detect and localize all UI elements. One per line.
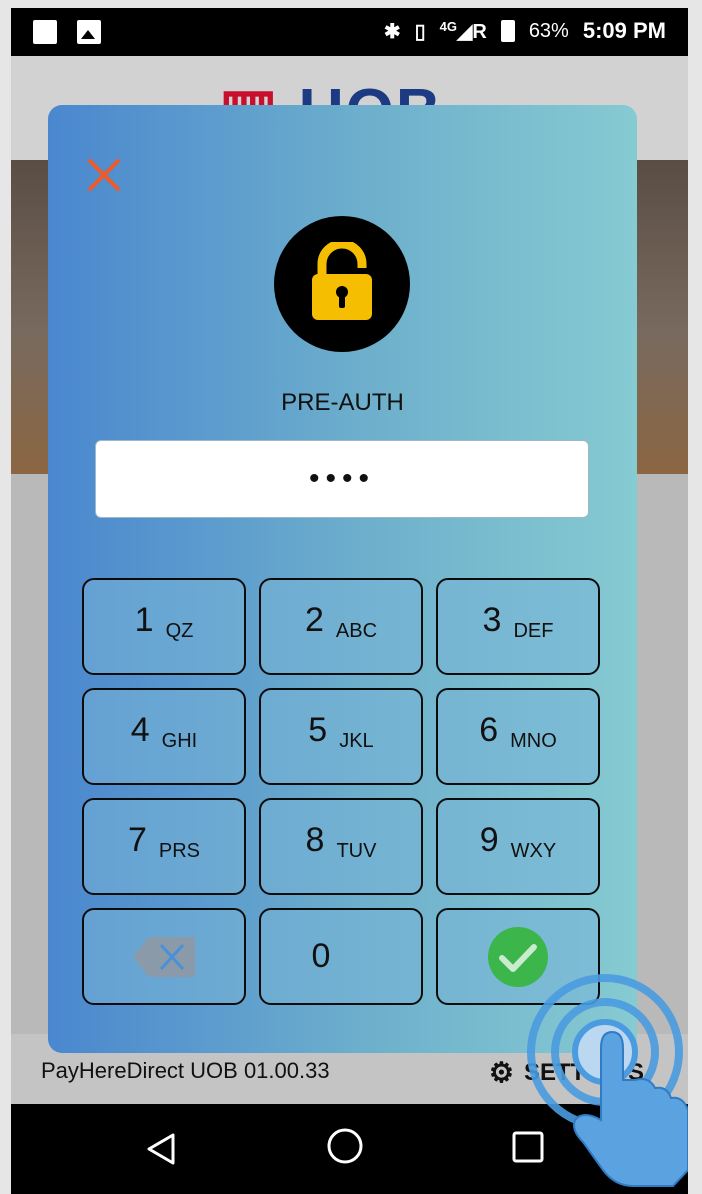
key-digit: 0 — [311, 937, 331, 975]
key-letters: QZ — [165, 620, 194, 642]
phone-screen: ✱ ▯ 4G◢R 63% 5:09 PM ▥ UOB PayHereDirect… — [11, 8, 688, 1194]
key-letters: ABC — [335, 620, 378, 642]
app-version: PayHereDirect UOB 01.00.33 — [41, 1058, 330, 1083]
tap-gesture-icon — [527, 974, 688, 1187]
vibrate-icon: ▯ — [414, 20, 426, 43]
key-digit: 8 — [305, 821, 325, 859]
pin-input[interactable]: •••• — [95, 440, 589, 518]
close-button[interactable] — [84, 155, 124, 195]
key-digit: 9 — [479, 821, 499, 859]
key-5[interactable]: 5 JKL — [259, 688, 423, 785]
key-digit: 1 — [134, 601, 154, 639]
notification-icon — [33, 20, 57, 44]
key-3[interactable]: 3 DEF — [436, 578, 600, 675]
bluetooth-icon: ✱ — [383, 20, 401, 43]
image-notification-icon — [77, 20, 101, 44]
key-letters: MNO — [510, 730, 557, 752]
status-bar: ✱ ▯ 4G◢R 63% 5:09 PM — [11, 8, 688, 56]
key-4[interactable]: 4 GHI — [82, 688, 246, 785]
key-digit: 3 — [482, 601, 502, 639]
key-digit: 4 — [130, 711, 150, 749]
key-7[interactable]: 7 PRS — [82, 798, 246, 895]
key-0[interactable]: 0 — [259, 908, 423, 1005]
key-letters: PRS — [158, 840, 201, 862]
key-9[interactable]: 9 WXY — [436, 798, 600, 895]
key-letters: GHI — [161, 730, 198, 752]
key-1[interactable]: 1 QZ — [82, 578, 246, 675]
backspace-icon — [133, 936, 195, 977]
back-button[interactable] — [145, 1132, 177, 1171]
network-type: 4G — [439, 18, 457, 34]
clock: 5:09 PM — [582, 18, 666, 43]
key-digit: 5 — [308, 711, 328, 749]
home-button[interactable] — [325, 1126, 365, 1171]
home-circle-icon — [327, 1128, 363, 1164]
signal-icon: 4G◢R — [439, 18, 487, 43]
key-digit: 2 — [304, 601, 324, 639]
key-2[interactable]: 2 ABC — [259, 578, 423, 675]
backspace-key[interactable] — [82, 908, 246, 1005]
key-digit: 7 — [127, 821, 147, 859]
key-digit: 6 — [479, 711, 499, 749]
key-8[interactable]: 8 TUV — [259, 798, 423, 895]
key-letters: TUV — [336, 840, 377, 862]
close-icon — [88, 159, 120, 191]
battery-icon — [500, 20, 515, 42]
key-6[interactable]: 6 MNO — [436, 688, 600, 785]
lock-badge — [274, 216, 410, 352]
battery-percent: 63% — [528, 19, 569, 42]
tap-hint-overlay — [523, 970, 688, 1194]
gear-icon: ⚙ — [488, 1057, 514, 1088]
lock-icon — [312, 242, 372, 320]
key-letters: WXY — [510, 840, 557, 862]
pin-dialog: PRE-AUTH •••• 1 QZ 2 ABC 3 DEF 4 GHI 5 JKL 6M… — [48, 105, 637, 1053]
dialog-title: PRE-AUTH — [281, 389, 404, 416]
key-letters: JKL — [339, 730, 374, 752]
key-letters: DEF — [513, 620, 554, 642]
back-triangle-icon — [147, 1133, 175, 1165]
